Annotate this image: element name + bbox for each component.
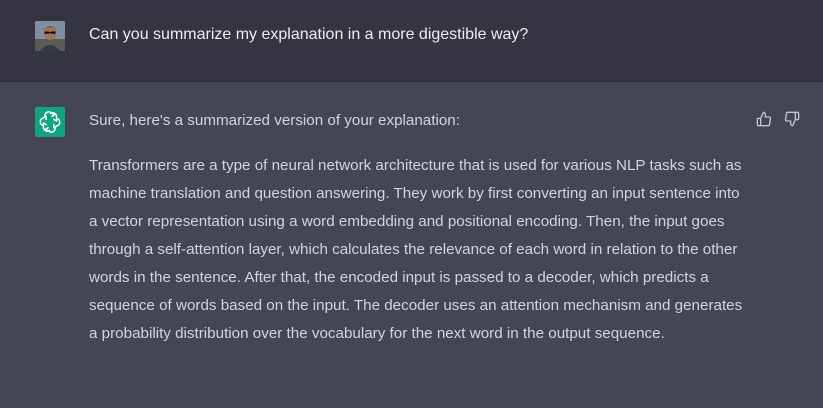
- assistant-avatar: [35, 107, 65, 137]
- openai-logo-icon: [39, 111, 61, 133]
- thumbs-down-icon: [784, 111, 800, 127]
- assistant-body-text: Transformers are a type of neural networ…: [89, 157, 743, 342]
- assistant-message-content: Sure, here's a summarized version of you…: [89, 109, 749, 348]
- assistant-message-row: Sure, here's a summarized version of you…: [0, 82, 823, 408]
- user-message-text: Can you summarize my explanation in a mo…: [89, 26, 529, 43]
- user-message-row: Can you summarize my explanation in a mo…: [0, 0, 823, 82]
- thumbs-up-icon: [756, 111, 772, 127]
- user-avatar: [35, 21, 65, 51]
- thumbs-up-button[interactable]: [755, 110, 773, 128]
- feedback-buttons: [755, 110, 801, 128]
- assistant-intro-text: Sure, here's a summarized version of you…: [89, 112, 460, 129]
- user-avatar-image: [35, 21, 65, 51]
- thumbs-down-button[interactable]: [783, 110, 801, 128]
